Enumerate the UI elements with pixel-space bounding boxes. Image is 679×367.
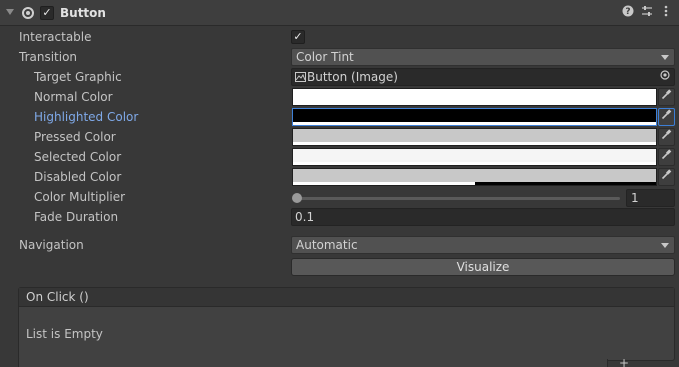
highlighted-color-swatch[interactable] bbox=[292, 108, 657, 126]
transition-value: Color Tint bbox=[296, 50, 354, 64]
highlighted-color-label: Highlighted Color bbox=[34, 110, 139, 124]
help-icon[interactable]: ? bbox=[621, 5, 635, 21]
disabled-color-label: Disabled Color bbox=[34, 170, 122, 184]
add-event-icon[interactable]: + bbox=[619, 357, 629, 367]
button-component-icon bbox=[22, 7, 34, 19]
target-graphic-value: Button (Image) bbox=[307, 70, 398, 84]
image-icon bbox=[295, 72, 306, 82]
on-click-event-list: On Click () List is Empty bbox=[18, 287, 675, 361]
selected-color-label: Selected Color bbox=[34, 150, 122, 164]
normal-color-swatch[interactable] bbox=[292, 88, 657, 106]
interactable-checkbox[interactable]: ✓ bbox=[291, 30, 305, 44]
event-list-empty-text: List is Empty bbox=[26, 327, 103, 341]
foldout-arrow-icon[interactable] bbox=[6, 9, 14, 15]
chevron-down-icon bbox=[661, 55, 669, 60]
disabled-color-swatch[interactable] bbox=[292, 168, 657, 186]
eyedropper-icon[interactable] bbox=[658, 88, 675, 106]
navigation-label: Navigation bbox=[19, 238, 84, 252]
transition-label: Transition bbox=[19, 50, 78, 64]
event-list-footer bbox=[18, 359, 608, 367]
navigation-dropdown[interactable]: Automatic bbox=[291, 236, 675, 254]
visualize-button[interactable]: Visualize bbox=[291, 258, 675, 276]
transition-dropdown[interactable]: Color Tint bbox=[291, 48, 675, 66]
eyedropper-icon[interactable] bbox=[658, 128, 675, 146]
eyedropper-icon[interactable] bbox=[658, 168, 675, 186]
highlighted-color-alpha-bar bbox=[293, 122, 656, 125]
color-multiplier-label: Color Multiplier bbox=[34, 190, 126, 204]
fade-duration-label: Fade Duration bbox=[34, 210, 119, 224]
disabled-color-alpha-bar bbox=[293, 182, 475, 185]
interactable-label: Interactable bbox=[19, 30, 92, 44]
presets-icon[interactable] bbox=[640, 5, 654, 21]
pressed-color-swatch[interactable] bbox=[292, 128, 657, 146]
pressed-color-alpha-bar bbox=[293, 142, 656, 145]
chevron-down-icon bbox=[661, 243, 669, 248]
pressed-color-label: Pressed Color bbox=[34, 130, 116, 144]
component-title: Button bbox=[60, 6, 106, 20]
fade-duration-input[interactable]: 0.1 bbox=[291, 208, 675, 226]
eyedropper-icon[interactable] bbox=[658, 148, 675, 166]
component-header[interactable]: ✓ Button ? bbox=[0, 0, 679, 26]
on-click-header: On Click () bbox=[19, 288, 674, 307]
disabled-color-alpha-remainder bbox=[474, 182, 656, 185]
eyedropper-icon[interactable] bbox=[658, 108, 675, 126]
svg-text:?: ? bbox=[625, 7, 630, 17]
selected-color-alpha-bar bbox=[293, 162, 656, 165]
color-multiplier-slider-track[interactable] bbox=[296, 197, 620, 200]
color-multiplier-slider-thumb[interactable] bbox=[292, 193, 302, 203]
selected-color-swatch[interactable] bbox=[292, 148, 657, 166]
normal-color-alpha-bar bbox=[293, 102, 656, 105]
target-graphic-field[interactable]: Button (Image) bbox=[291, 68, 675, 86]
more-options-icon[interactable] bbox=[659, 5, 673, 21]
color-multiplier-input[interactable]: 1 bbox=[626, 189, 675, 207]
normal-color-label: Normal Color bbox=[34, 90, 113, 104]
object-picker-icon[interactable] bbox=[657, 70, 673, 84]
navigation-value: Automatic bbox=[296, 238, 358, 252]
target-graphic-label: Target Graphic bbox=[34, 70, 122, 84]
component-enabled-checkbox[interactable]: ✓ bbox=[40, 6, 54, 20]
